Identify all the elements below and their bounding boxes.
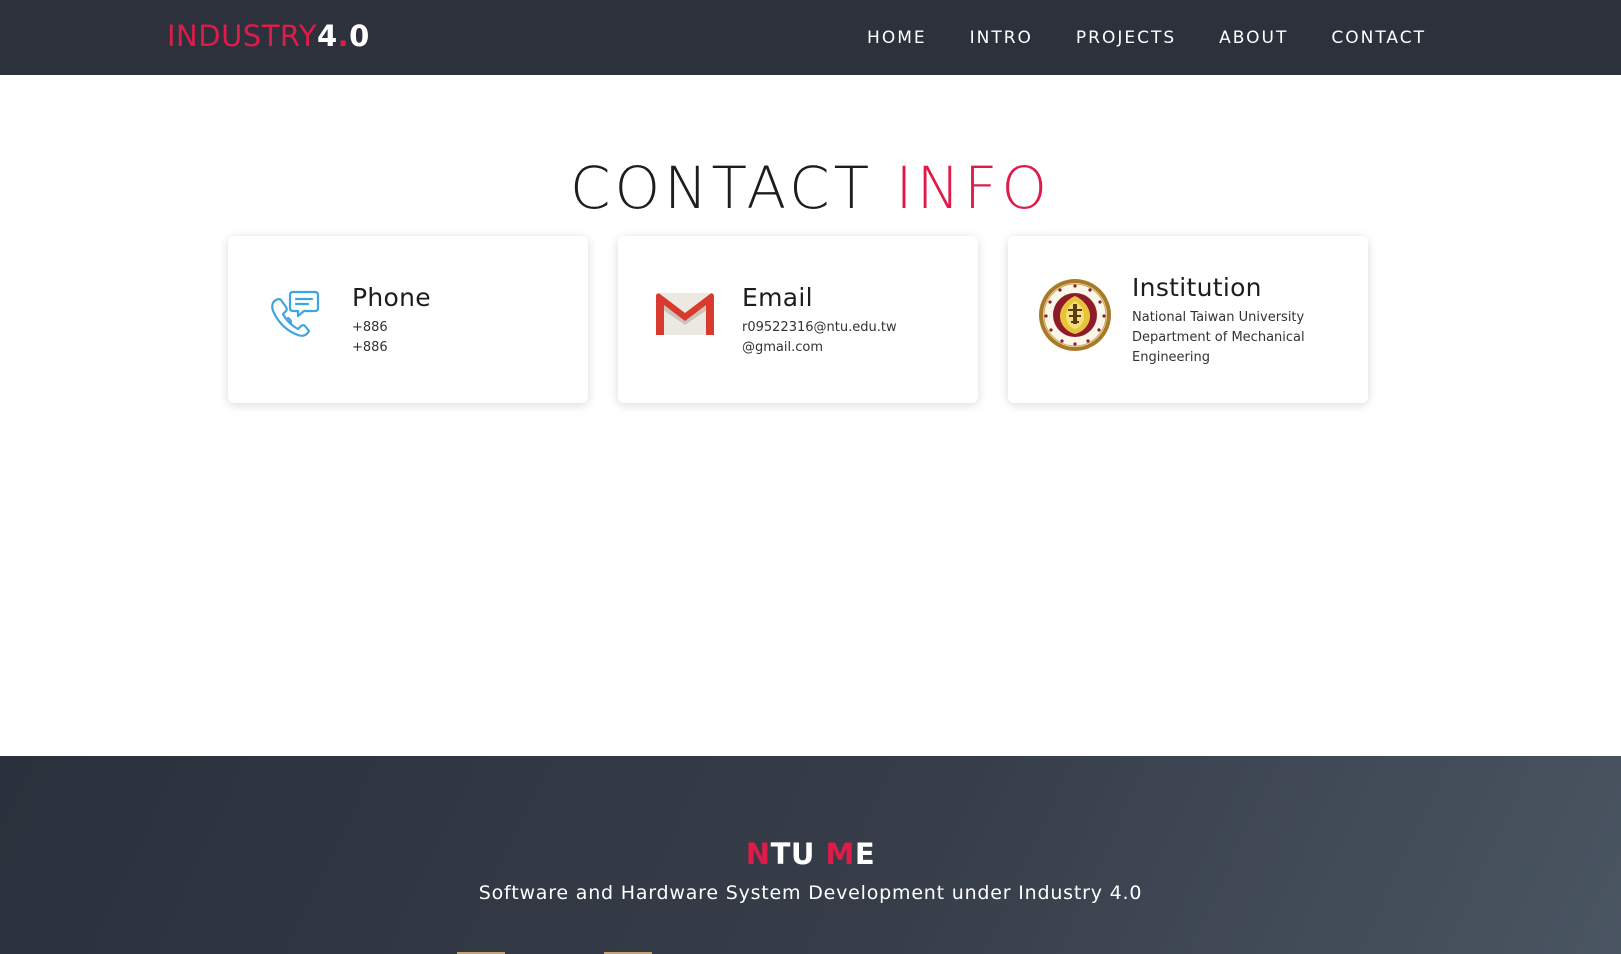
email-address-1: r09522316@ntu.edu.tw xyxy=(742,320,897,335)
nav-item-contact: CONTACT xyxy=(1331,28,1426,48)
email-card-text: Email r09522316@ntu.edu.tw @gmail.com xyxy=(742,283,897,358)
gmail-icon xyxy=(654,291,716,337)
main-nav: HOME INTRO PROJECTS ABOUT CONTACT xyxy=(867,0,1426,75)
brand-text-dot: . xyxy=(337,19,350,53)
phone-card-text: Phone +886 +886 xyxy=(352,283,431,358)
footer-title-m: M xyxy=(825,837,855,871)
top-navbar: INDUSTRY4.0 HOME INTRO PROJECTS ABOUT CO… xyxy=(0,0,1621,75)
email-address-2: @gmail.com xyxy=(742,340,824,355)
email-heading: Email xyxy=(742,283,813,312)
nav-item-about: ABOUT xyxy=(1219,28,1288,48)
footer-subtitle: Software and Hardware System Development… xyxy=(478,882,1143,904)
institution-card: Institution National Taiwan University D… xyxy=(1008,236,1368,403)
footer-title-n: N xyxy=(745,837,771,871)
phone-number-1: +886 xyxy=(352,320,388,335)
site-footer: NTU ME Software and Hardware System Deve… xyxy=(0,756,1621,954)
title-info-word: INFO xyxy=(895,154,1051,222)
university-seal-icon xyxy=(1038,278,1112,352)
nav-link-about[interactable]: ABOUT xyxy=(1219,28,1288,48)
phone-number-2: +886 xyxy=(352,340,388,355)
nav-item-projects: PROJECTS xyxy=(1076,28,1176,48)
nav-link-contact[interactable]: CONTACT xyxy=(1331,28,1426,48)
phone-heading: Phone xyxy=(352,283,431,312)
footer-title: NTU ME xyxy=(0,836,1621,872)
nav-link-home[interactable]: HOME xyxy=(867,28,927,48)
nav-link-projects[interactable]: PROJECTS xyxy=(1076,28,1176,48)
phone-chat-icon xyxy=(268,288,320,338)
institution-line-3: Engineering xyxy=(1132,350,1210,365)
brand-text-industry: INDUSTRY xyxy=(167,19,317,53)
nav-item-intro: INTRO xyxy=(970,28,1033,48)
footer-title-tu: TU xyxy=(770,837,826,871)
institution-card-text: Institution National Taiwan University D… xyxy=(1132,273,1305,368)
footer-title-e: E xyxy=(854,837,876,871)
title-contact-word: CONTACT xyxy=(570,154,896,222)
institution-line-1: National Taiwan University xyxy=(1132,310,1305,325)
brand-logo-link[interactable]: INDUSTRY4.0 xyxy=(167,18,370,54)
nav-link-intro[interactable]: INTRO xyxy=(970,28,1033,48)
institution-heading: Institution xyxy=(1132,273,1262,302)
brand-text-zero: 0 xyxy=(349,19,370,53)
phone-card: Phone +886 +886 xyxy=(228,236,588,403)
nav-item-home: HOME xyxy=(867,28,927,48)
institution-line-2: Department of Mechanical xyxy=(1132,330,1305,345)
brand-text-four: 4 xyxy=(316,19,338,53)
email-card: Email r09522316@ntu.edu.tw @gmail.com xyxy=(618,236,978,403)
contact-info-title: CONTACT INFO xyxy=(0,150,1621,226)
